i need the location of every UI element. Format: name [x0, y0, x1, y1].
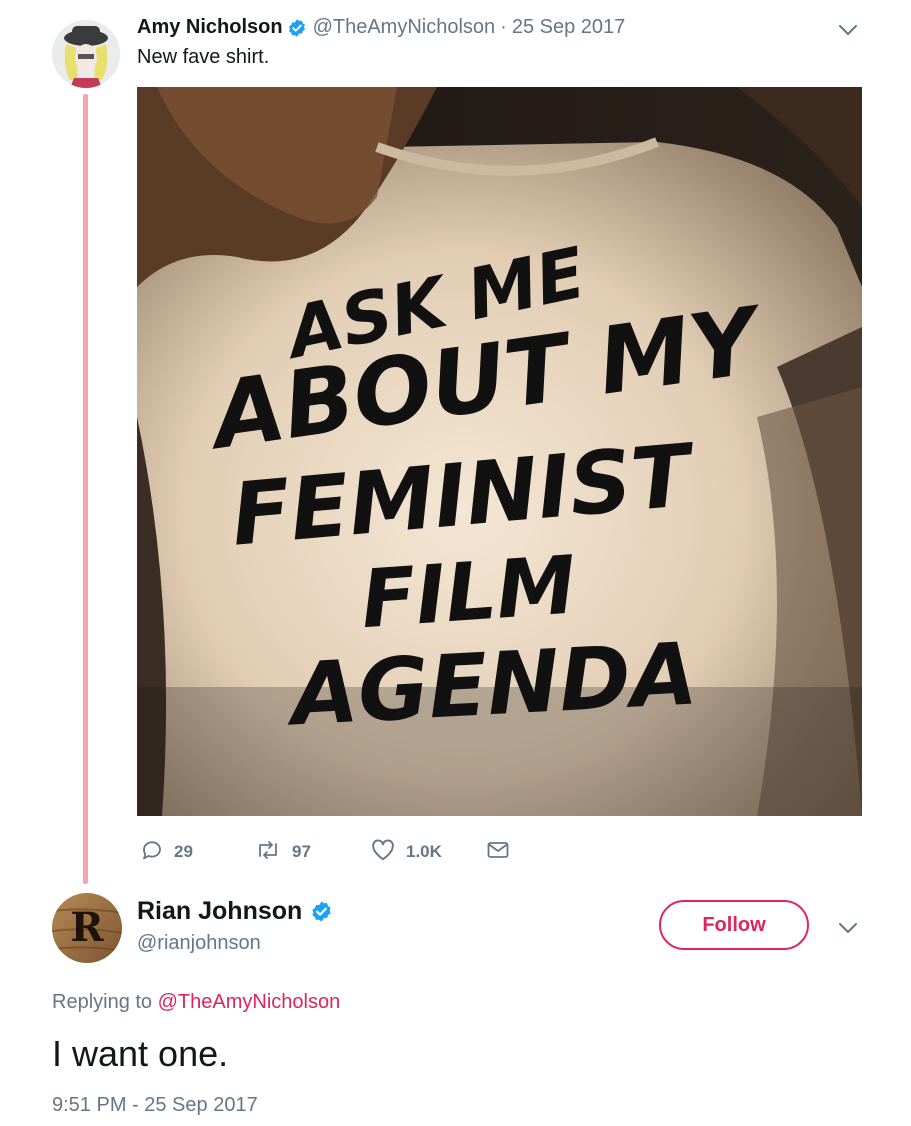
author-handle[interactable]: @TheAmyNicholson	[313, 16, 496, 39]
author-handle[interactable]: @rianjohnson	[137, 932, 261, 955]
reply-button[interactable]: 29	[140, 838, 193, 866]
tweet-photo[interactable]: ASK ME ABOUT MY FEMINIST FILM AGENDA	[137, 87, 862, 816]
retweet-icon	[254, 838, 282, 867]
replying-to-link[interactable]: @TheAmyNicholson	[158, 991, 341, 1013]
header-separator: ·	[500, 16, 507, 38]
chevron-down-icon[interactable]	[836, 916, 860, 940]
thread-connector-line	[83, 94, 88, 884]
replying-prefix: Replying to	[52, 991, 153, 1013]
tweet2-author: Rian Johnson	[137, 897, 333, 926]
reply-icon	[140, 838, 164, 867]
tweet-text: I want one.	[52, 1033, 229, 1074]
like-icon	[370, 837, 396, 868]
tweet-text: New fave shirt.	[137, 46, 270, 68]
like-count: 1.0K	[406, 842, 442, 861]
retweet-button[interactable]: 97	[254, 838, 311, 866]
verified-badge-icon	[310, 900, 333, 923]
avatar-rian-johnson[interactable]: R	[52, 893, 122, 963]
tweet-timestamp[interactable]: 9:51 PM - 25 Sep 2017	[52, 1094, 258, 1117]
avatar-letter: R	[70, 904, 104, 951]
retweet-count: 97	[292, 842, 311, 861]
author-name[interactable]: Amy Nicholson	[137, 16, 283, 39]
replying-to: Replying to @TheAmyNicholson	[52, 991, 340, 1014]
author-name[interactable]: Rian Johnson	[137, 897, 302, 926]
direct-message-button[interactable]	[486, 838, 510, 866]
verified-badge-icon	[287, 18, 307, 38]
message-icon	[486, 838, 510, 867]
shirt-text-line4: FILM	[358, 538, 579, 646]
like-button[interactable]: 1.0K	[370, 838, 442, 866]
tweet1-header: Amy Nicholson @TheAmyNicholson · 25 Sep …	[137, 16, 625, 39]
tweet-date[interactable]: 25 Sep 2017	[512, 16, 625, 39]
avatar-amy-nicholson[interactable]	[52, 20, 120, 88]
follow-button[interactable]: Follow	[659, 900, 809, 950]
chevron-down-icon[interactable]	[836, 18, 860, 42]
reply-count: 29	[174, 842, 193, 861]
